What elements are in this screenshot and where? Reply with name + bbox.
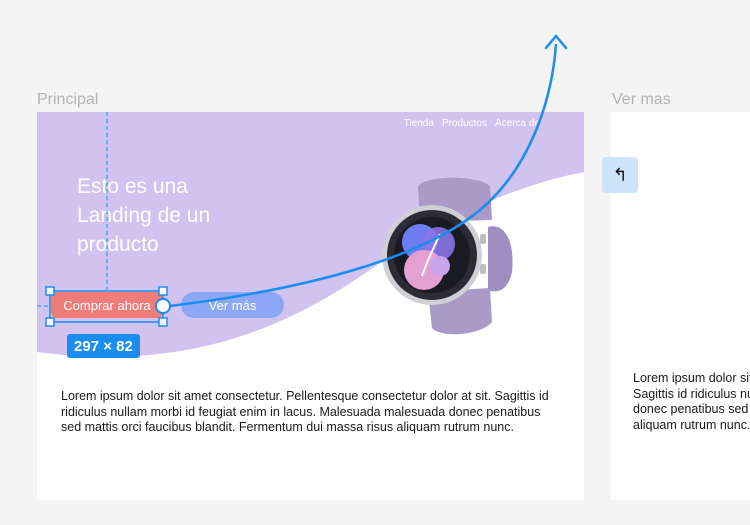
- size-badge: 297 × 82: [67, 334, 140, 358]
- smartwatch-image: [382, 177, 513, 335]
- hero-title: Esto es una Landing de un producto: [77, 175, 211, 256]
- frame-principal[interactable]: Tienda Productos Acerca de Esto es una L…: [37, 112, 584, 500]
- frame-label-ver-mas[interactable]: Ver mas: [612, 91, 671, 109]
- nav-link-tienda[interactable]: Tienda: [404, 118, 434, 129]
- preview-line-4: aliquam rutrum nunc.: [633, 417, 750, 432]
- preview-line-1: Lorem ipsum dolor sit amet consectetur.: [633, 371, 750, 385]
- connection-arrow-icon: [544, 34, 568, 50]
- top-nav: Tienda Productos Acerca de: [404, 118, 540, 129]
- nav-link-productos[interactable]: Productos: [442, 118, 487, 129]
- preview-line-2: Sagittis id ridiculus nullam morbi id: [633, 386, 750, 401]
- back-arrow-icon: ↰: [612, 164, 628, 185]
- body-paragraph-preview: Lorem ipsum dolor sit amet consectetur. …: [633, 371, 750, 433]
- back-interaction-button[interactable]: ↰: [602, 157, 638, 193]
- buy-now-button[interactable]: Comprar ahora: [51, 292, 163, 318]
- see-more-button[interactable]: Ver más: [181, 292, 284, 318]
- frame-label-principal[interactable]: Principal: [37, 91, 98, 109]
- nav-link-acerca[interactable]: Acerca de: [495, 118, 540, 129]
- body-paragraph: Lorem ipsum dolor sit amet consectetur. …: [61, 389, 549, 434]
- preview-line-3: donec penatibus sed mattis orci: [633, 402, 750, 416]
